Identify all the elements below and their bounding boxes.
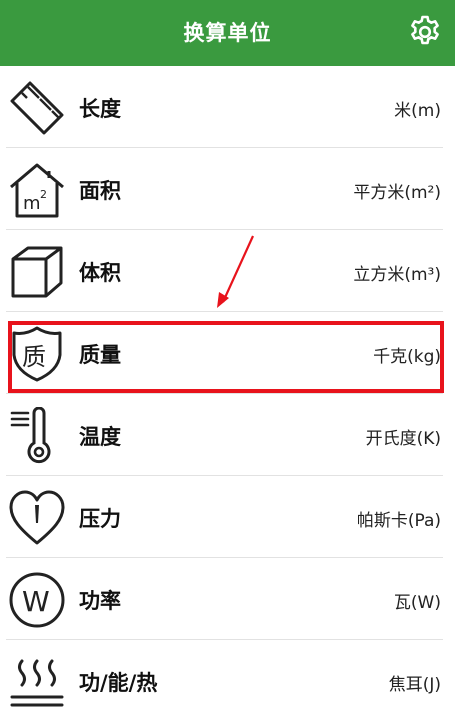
category-name: 质量	[79, 343, 121, 367]
heat-waves-icon	[10, 659, 64, 707]
heart-gauge-icon	[9, 490, 65, 545]
category-name: 功/能/热	[79, 671, 158, 695]
category-name: 体积	[79, 261, 121, 285]
category-unit: 帕斯卡(Pa)	[356, 511, 441, 531]
house-area-icon: m 2	[10, 163, 64, 218]
category-volume[interactable]: 体积 立方米(m³)	[6, 230, 443, 312]
unit-category-list: 长度 米(m) m 2 面积 平方米(m²) 体积 立方米(m³) 质 质量 千…	[0, 66, 455, 722]
category-mass[interactable]: 质 质量 千克(kg)	[6, 312, 443, 394]
app-header: 换算单位	[0, 0, 455, 66]
category-temperature[interactable]: 温度 开氏度(K)	[6, 394, 443, 476]
category-name: 温度	[79, 425, 121, 449]
category-unit: 瓦(W)	[393, 593, 441, 613]
watt-circle-icon: W	[9, 572, 65, 628]
category-unit: 平方米(m²)	[353, 183, 441, 203]
power-icon-text: W	[22, 585, 50, 618]
category-area[interactable]: m 2 面积 平方米(m²)	[6, 148, 443, 230]
category-unit: 开氏度(K)	[365, 429, 441, 449]
area-icon-sup: 2	[40, 188, 47, 201]
cube-icon	[11, 246, 63, 298]
category-pressure[interactable]: 压力 帕斯卡(Pa)	[6, 476, 443, 558]
mass-icon-text: 质	[22, 343, 46, 371]
category-power[interactable]: W 功率 瓦(W)	[6, 558, 443, 640]
category-unit: 千克(kg)	[373, 347, 441, 367]
category-name: 功率	[79, 589, 121, 613]
gear-icon[interactable]	[407, 14, 443, 50]
category-name: 压力	[79, 507, 121, 531]
area-icon-text: m	[23, 193, 41, 214]
shield-mass-icon: 质	[12, 326, 62, 382]
category-unit: 米(m)	[394, 101, 441, 121]
category-name: 长度	[79, 97, 121, 121]
category-unit: 焦耳(J)	[388, 675, 441, 695]
ruler-icon	[10, 81, 64, 135]
category-energy[interactable]: 功/能/热 焦耳(J)	[6, 640, 443, 722]
thermometer-icon	[10, 407, 51, 464]
category-unit: 立方米(m³)	[353, 265, 441, 285]
page-title: 换算单位	[183, 21, 272, 45]
category-length[interactable]: 长度 米(m)	[6, 66, 443, 148]
category-name: 面积	[79, 179, 121, 203]
